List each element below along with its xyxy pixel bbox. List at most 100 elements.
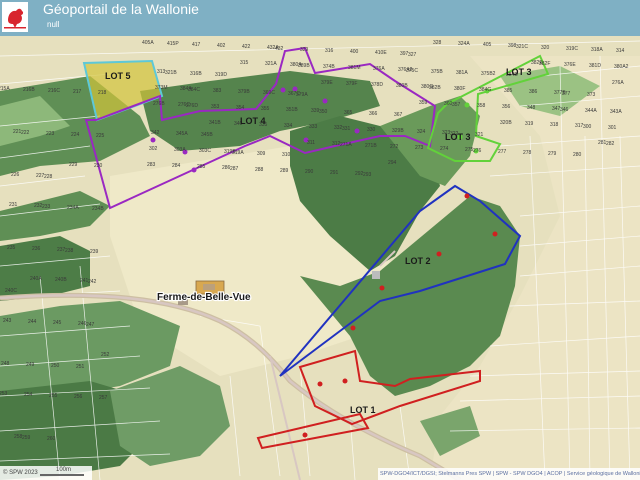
parcel-number: 235 [7, 245, 16, 251]
parcel-number: 234B [92, 206, 104, 212]
parcel-number: 216C [48, 88, 60, 94]
parcel-number: 225 [96, 133, 105, 139]
parcel-number: 379F [346, 81, 357, 87]
parcel-number: 380F [454, 86, 465, 92]
parcel-number: 280 [573, 152, 582, 158]
parcel-number: 273 [415, 145, 424, 151]
parcel-number: 356 [502, 104, 511, 110]
parcel-number: 238 [65, 248, 74, 254]
parcel-number: 254 [24, 392, 33, 398]
parcel-number: 300 [583, 124, 592, 130]
parcel-number: 355 [261, 106, 270, 112]
parcel-number: 376A [373, 66, 385, 72]
parcel-number: 341B [209, 120, 221, 126]
copyright-text: © SPW 2023 [3, 470, 38, 476]
parcel-number: 365 [344, 110, 353, 116]
app-title: Géoportail de la Wallonie [43, 1, 199, 17]
parcel-number: 223 [46, 131, 55, 137]
parcel-number: 432 [275, 46, 284, 52]
parcel-number: 253 [0, 391, 8, 397]
parcel-number: 240C [5, 288, 17, 294]
parcel-number: 331 [342, 126, 351, 132]
parcel-number: 252 [101, 352, 110, 358]
parcel-number: 343A [610, 109, 622, 115]
parcel-number: 271A [340, 142, 352, 148]
parcel-number: 386 [529, 89, 538, 95]
parcel-number: 234A [67, 205, 79, 211]
parcel-number: 309 [257, 151, 266, 157]
parcel-number: 277 [498, 149, 507, 155]
parcel-number: 271B [365, 143, 377, 149]
parcel-number: 353 [211, 104, 220, 110]
app-subtitle: null [47, 20, 60, 29]
parcel-number: 319 [525, 121, 534, 127]
attribution-text[interactable]: SPW-DGO4/ICT/DGSI; Stelmanns Pres SPW | … [378, 468, 640, 480]
parcel-number: 378D [371, 82, 383, 88]
parcel-number: 402 [217, 43, 226, 49]
parcel-number: 276D [186, 103, 198, 109]
parcel-number: 310 [282, 152, 291, 158]
parcel-number: 283 [147, 162, 156, 168]
parcel-number: 302 [149, 146, 158, 152]
parcel-number: 284 [172, 163, 181, 169]
parcel-number: 314 [616, 48, 625, 54]
parcel-number: 329 [300, 47, 309, 53]
parcel-number: 334 [284, 123, 293, 129]
parcel-number: 329B [392, 128, 404, 134]
parcel-number: 410E [375, 50, 387, 56]
parcel-number: 216B [23, 87, 35, 93]
parcel-number: 381A [456, 70, 468, 76]
parcel-number: 376E [564, 62, 576, 68]
parcel-number: 222 [21, 130, 30, 136]
parcel-number: 381M [348, 65, 361, 71]
parcel-number: 319C [566, 46, 578, 52]
parcel-number: 256 [74, 394, 83, 400]
parcel-number: 389B [298, 63, 310, 69]
scale-label: 100m [56, 467, 72, 473]
parcel-number: 294 [388, 160, 397, 166]
parcel-number: 319D [215, 72, 227, 78]
parcel-number: 303C [199, 148, 211, 154]
parcel-number: 259 [22, 435, 31, 441]
parcel-number: 257 [99, 395, 108, 401]
parcel-number: 324A [458, 41, 470, 47]
parcel-number: 330 [367, 127, 376, 133]
parcel-number: 327 [408, 52, 417, 58]
parcel-number: 373M [155, 85, 168, 91]
parcel-number: 333 [309, 124, 318, 130]
parcel-number: 379B [238, 89, 250, 95]
parcel-number: 293 [363, 172, 372, 178]
parcel-number: 244 [28, 319, 37, 325]
parcel-number: 224 [71, 132, 80, 138]
parcel-number: 233 [42, 204, 51, 210]
parcel-number: 276 [473, 148, 482, 154]
parcel-number: 217 [73, 89, 82, 95]
parcel-number: 230 [94, 163, 103, 169]
place-name-label: Ferme-de-Belle-Vue [157, 292, 251, 303]
parcel-number: 229 [69, 162, 78, 168]
parcel-number: 272 [390, 144, 399, 150]
header-bar: Géoportail de la Wallonie null [0, 0, 640, 36]
parcel-number: 321A [265, 61, 277, 67]
parcel-number: 240A [30, 276, 42, 282]
lot-5-label: LOT 5 [105, 71, 131, 81]
parcel-number: 231 [9, 202, 18, 208]
parcel-number: 320 [541, 45, 550, 51]
parcel-number: 375B2 [481, 71, 496, 77]
lot-2-label: LOT 2 [405, 256, 431, 266]
wallonia-rooster-logo[interactable] [2, 2, 28, 32]
parcel-number: 248 [1, 361, 10, 367]
parcel-number: 328 [433, 40, 442, 46]
parcel-number: 350 [319, 109, 328, 115]
parcel-number: 288 [255, 167, 264, 173]
parcel-number: 250 [51, 363, 60, 369]
parcel-number: 243 [3, 318, 12, 324]
parcel-number: 324 [417, 129, 426, 135]
map-canvas[interactable]: 405A 415P 417 402 422 432A432 329 316 400 410E 397… [0, 36, 640, 480]
parcel-number: 274 [440, 146, 449, 152]
parcel-number: 345B [201, 132, 213, 138]
parcel-number: 380A2 [614, 64, 629, 70]
lot-4-label: LOT 4 [240, 116, 266, 126]
parcel-number: 366 [369, 111, 378, 117]
scale-bar: © SPW 2023 100m [0, 466, 92, 480]
